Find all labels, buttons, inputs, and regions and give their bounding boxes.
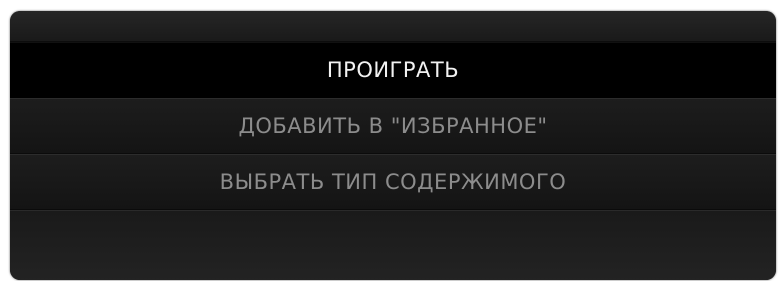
menu-top-strip <box>10 11 776 42</box>
menu-item-choose-content-type[interactable]: ВЫБРАТЬ ТИП СОДЕРЖИМОГО <box>10 154 776 210</box>
context-menu: ПРОИГРАТЬ ДОБАВИТЬ В "ИЗБРАННОЕ" ВЫБРАТЬ… <box>10 11 776 280</box>
menu-bottom-strip <box>10 210 776 280</box>
menu-item-play[interactable]: ПРОИГРАТЬ <box>10 42 776 98</box>
menu-item-add-to-favorites[interactable]: ДОБАВИТЬ В "ИЗБРАННОЕ" <box>10 98 776 154</box>
